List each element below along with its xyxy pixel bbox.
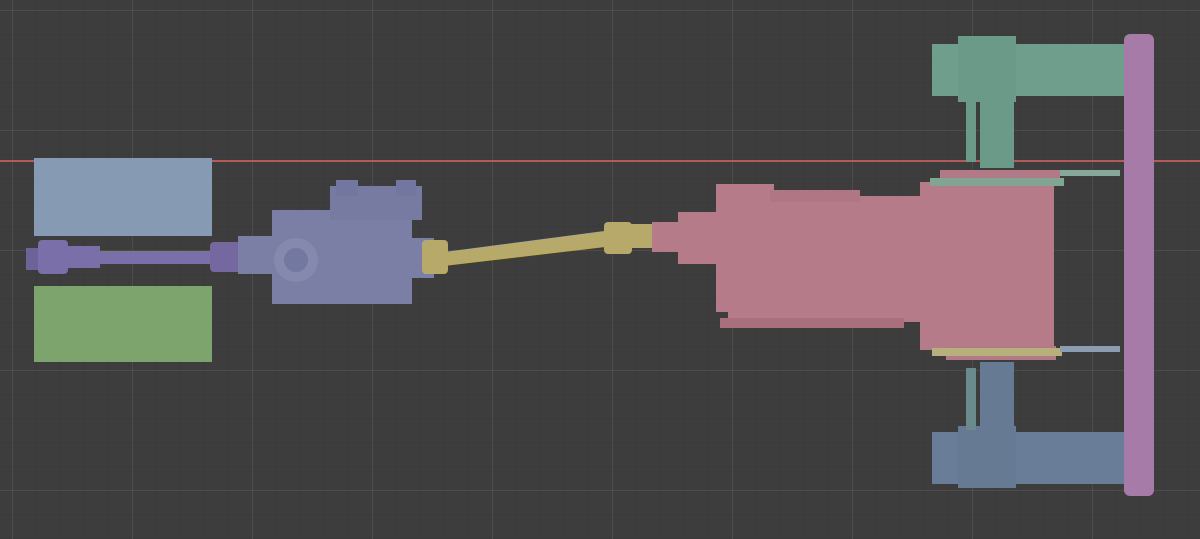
front-wheel-lower[interactable] [932, 362, 1148, 488]
transfer-gearbox[interactable] [238, 180, 444, 304]
front-wheel-upper[interactable] [932, 36, 1148, 168]
axle-bar[interactable] [1124, 34, 1154, 496]
input-shaft[interactable] [26, 240, 248, 274]
scene-canvas[interactable] [0, 0, 1200, 539]
transmission-housing[interactable] [678, 170, 1120, 360]
green-block[interactable] [34, 286, 212, 362]
blue-block[interactable] [34, 158, 212, 236]
3d-viewport[interactable] [0, 0, 1200, 539]
drive-shaft[interactable] [422, 222, 684, 274]
